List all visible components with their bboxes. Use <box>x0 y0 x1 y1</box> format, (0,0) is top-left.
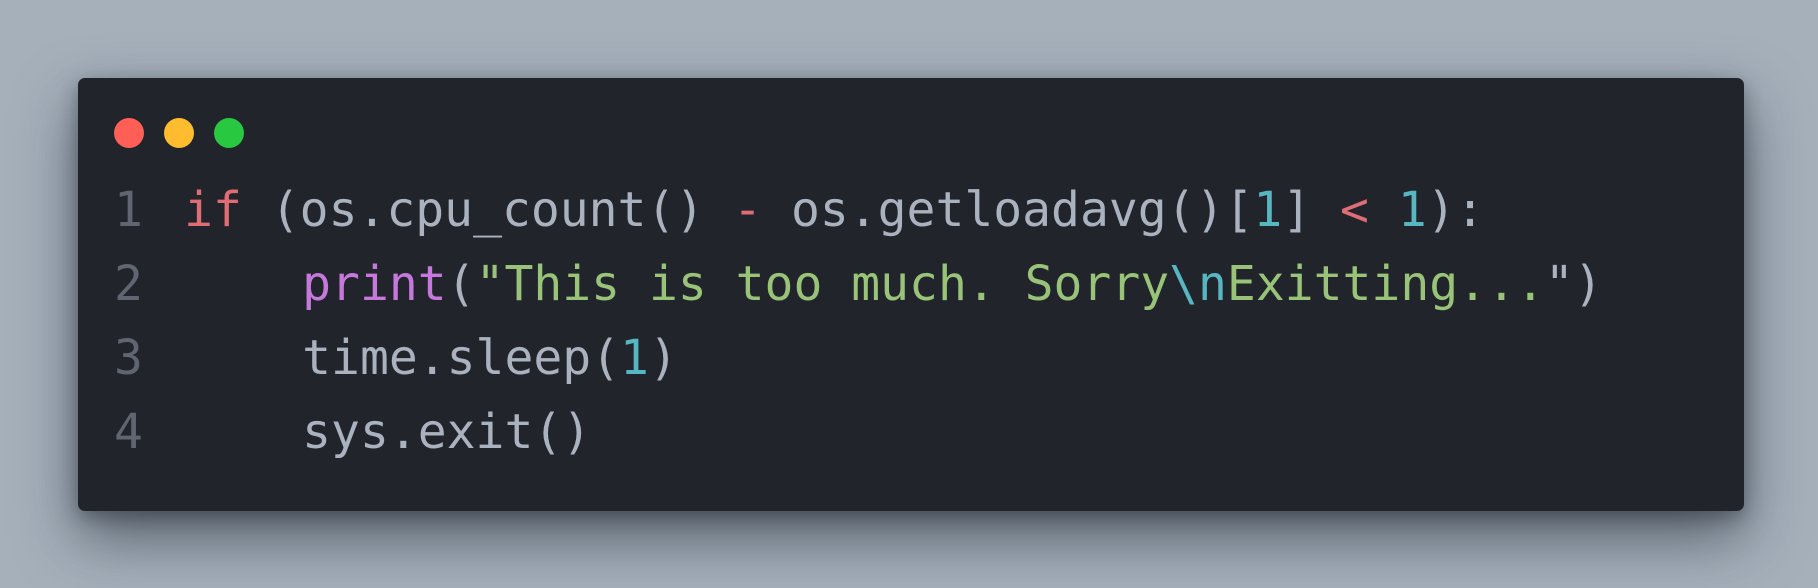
line-number: 1 <box>114 182 143 238</box>
code-token-plain: " <box>1544 256 1574 312</box>
code-token-keyword: if <box>184 182 242 238</box>
code-token-string: "This is too much. Sorry <box>475 256 1170 312</box>
code-line: 3 time.sleep(1) <box>114 321 1603 395</box>
code-token-plain: os.getloadavg()[ <box>762 182 1254 238</box>
code-window: 1 if (os.cpu_count() - os.getloadavg()[1]… <box>78 78 1744 511</box>
close-button[interactable] <box>114 118 144 148</box>
code-token-plain: ( <box>446 256 476 312</box>
code-token-plain: time.sleep( <box>302 330 621 386</box>
code-token-plain: sys.exit() <box>302 404 592 460</box>
code-block: 1 if (os.cpu_count() - os.getloadavg()[1]… <box>114 173 1603 469</box>
zoom-button[interactable] <box>214 118 244 148</box>
code-token-string: Exitting... <box>1226 256 1545 312</box>
code-token-escape: \n <box>1169 256 1227 312</box>
code-line: 1 if (os.cpu_count() - os.getloadavg()[1]… <box>114 173 1603 247</box>
minimize-button[interactable] <box>164 118 194 148</box>
code-token-plain: (os.cpu_count() <box>241 182 734 238</box>
code-line: 2 print("This is too much. Sorry\nExittin… <box>114 247 1603 321</box>
code-token-number: 1 <box>620 330 649 386</box>
code-token-plain: ): <box>1426 182 1485 238</box>
code-token-number: 1 <box>1397 182 1427 238</box>
code-line: 4 sys.exit() <box>114 395 1603 469</box>
code-token-keyword: < <box>1340 182 1369 238</box>
line-number: 4 <box>114 404 143 460</box>
code-token-plain: ) <box>648 330 678 386</box>
code-token-plain: ] <box>1282 182 1341 238</box>
code-token-plain: ) <box>1573 256 1603 312</box>
code-token-function: print <box>302 256 447 312</box>
line-number: 3 <box>114 330 143 386</box>
code-token-number: 1 <box>1253 182 1283 238</box>
window-controls <box>114 118 244 148</box>
line-number: 2 <box>114 256 143 312</box>
code-token-keyword: - <box>733 182 763 238</box>
